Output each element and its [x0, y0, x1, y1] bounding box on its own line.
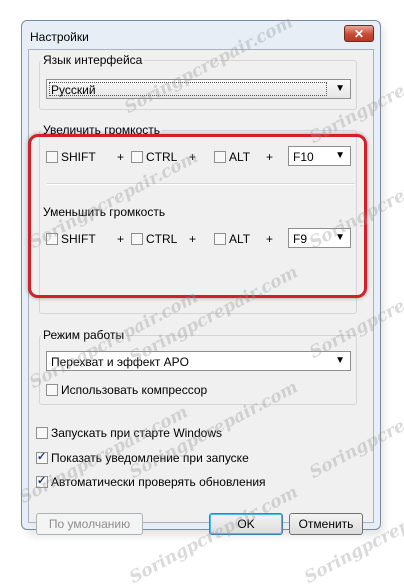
cancel-button[interactable]: Отменить: [289, 513, 363, 535]
default-button[interactable]: По умолчанию: [36, 513, 143, 535]
close-icon: ✕: [353, 27, 365, 41]
title-bar[interactable]: Настройки ✕: [22, 21, 380, 49]
language-select[interactable]: Русский ▼: [46, 79, 351, 99]
chevron-down-icon: ▼: [335, 355, 345, 366]
checkbox-box[interactable]: [36, 427, 48, 439]
language-label: Язык интерфейса: [41, 53, 145, 67]
window-title: Настройки: [30, 30, 89, 44]
checkbox-box[interactable]: [36, 450, 48, 464]
compressor-checkbox[interactable]: Использовать компрессор: [46, 383, 207, 397]
close-button[interactable]: ✕: [344, 25, 374, 42]
chevron-down-icon: ▼: [335, 83, 345, 94]
